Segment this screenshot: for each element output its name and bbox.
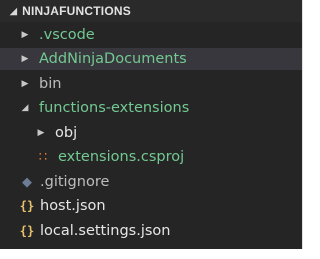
- file-label: extensions.csproj: [58, 149, 185, 165]
- file-label: .gitignore: [40, 174, 110, 190]
- folder-addninjadocuments[interactable]: ▶ AddNinjaDocuments: [0, 48, 302, 70]
- folder-obj[interactable]: ▶ obj: [0, 122, 302, 144]
- rss-icon: ∷: [38, 149, 48, 165]
- folder-label: functions-extensions: [39, 100, 190, 116]
- git-diamond-icon: ◆: [22, 174, 32, 190]
- folder-bin[interactable]: ▶ bin: [0, 73, 302, 95]
- chevron-right-icon: ▶: [21, 30, 29, 40]
- folder-vscode[interactable]: ▶ .vscode: [0, 24, 302, 46]
- file-label: host.json: [40, 198, 106, 214]
- section-title: NINJAFUNCTIONS: [22, 4, 131, 18]
- chevron-right-icon: ▶: [21, 79, 29, 89]
- section-header[interactable]: ◢ NINJAFUNCTIONS: [0, 0, 302, 22]
- file-explorer: ◢ NINJAFUNCTIONS ▶ .vscode ▶ AddNinjaDoc…: [0, 0, 303, 249]
- file-extensions-csproj[interactable]: ∷ extensions.csproj: [0, 146, 302, 168]
- folder-label: AddNinjaDocuments: [39, 51, 187, 67]
- folder-label: bin: [39, 76, 62, 92]
- folder-label: .vscode: [39, 27, 95, 43]
- file-local-settings-json[interactable]: {} local.settings.json: [0, 220, 302, 242]
- json-braces-icon: {}: [19, 224, 35, 238]
- folder-label: obj: [55, 125, 78, 141]
- chevron-right-icon: ▶: [37, 128, 45, 138]
- chevron-right-icon: ▶: [21, 54, 29, 64]
- json-braces-icon: {}: [19, 199, 35, 213]
- file-label: local.settings.json: [40, 223, 171, 239]
- chevron-down-icon: ◢: [21, 103, 29, 113]
- chevron-down-icon: ◢: [10, 5, 18, 16]
- file-gitignore[interactable]: ◆ .gitignore: [0, 171, 302, 193]
- file-host-json[interactable]: {} host.json: [0, 195, 302, 217]
- folder-functions-extensions[interactable]: ◢ functions-extensions: [0, 97, 302, 119]
